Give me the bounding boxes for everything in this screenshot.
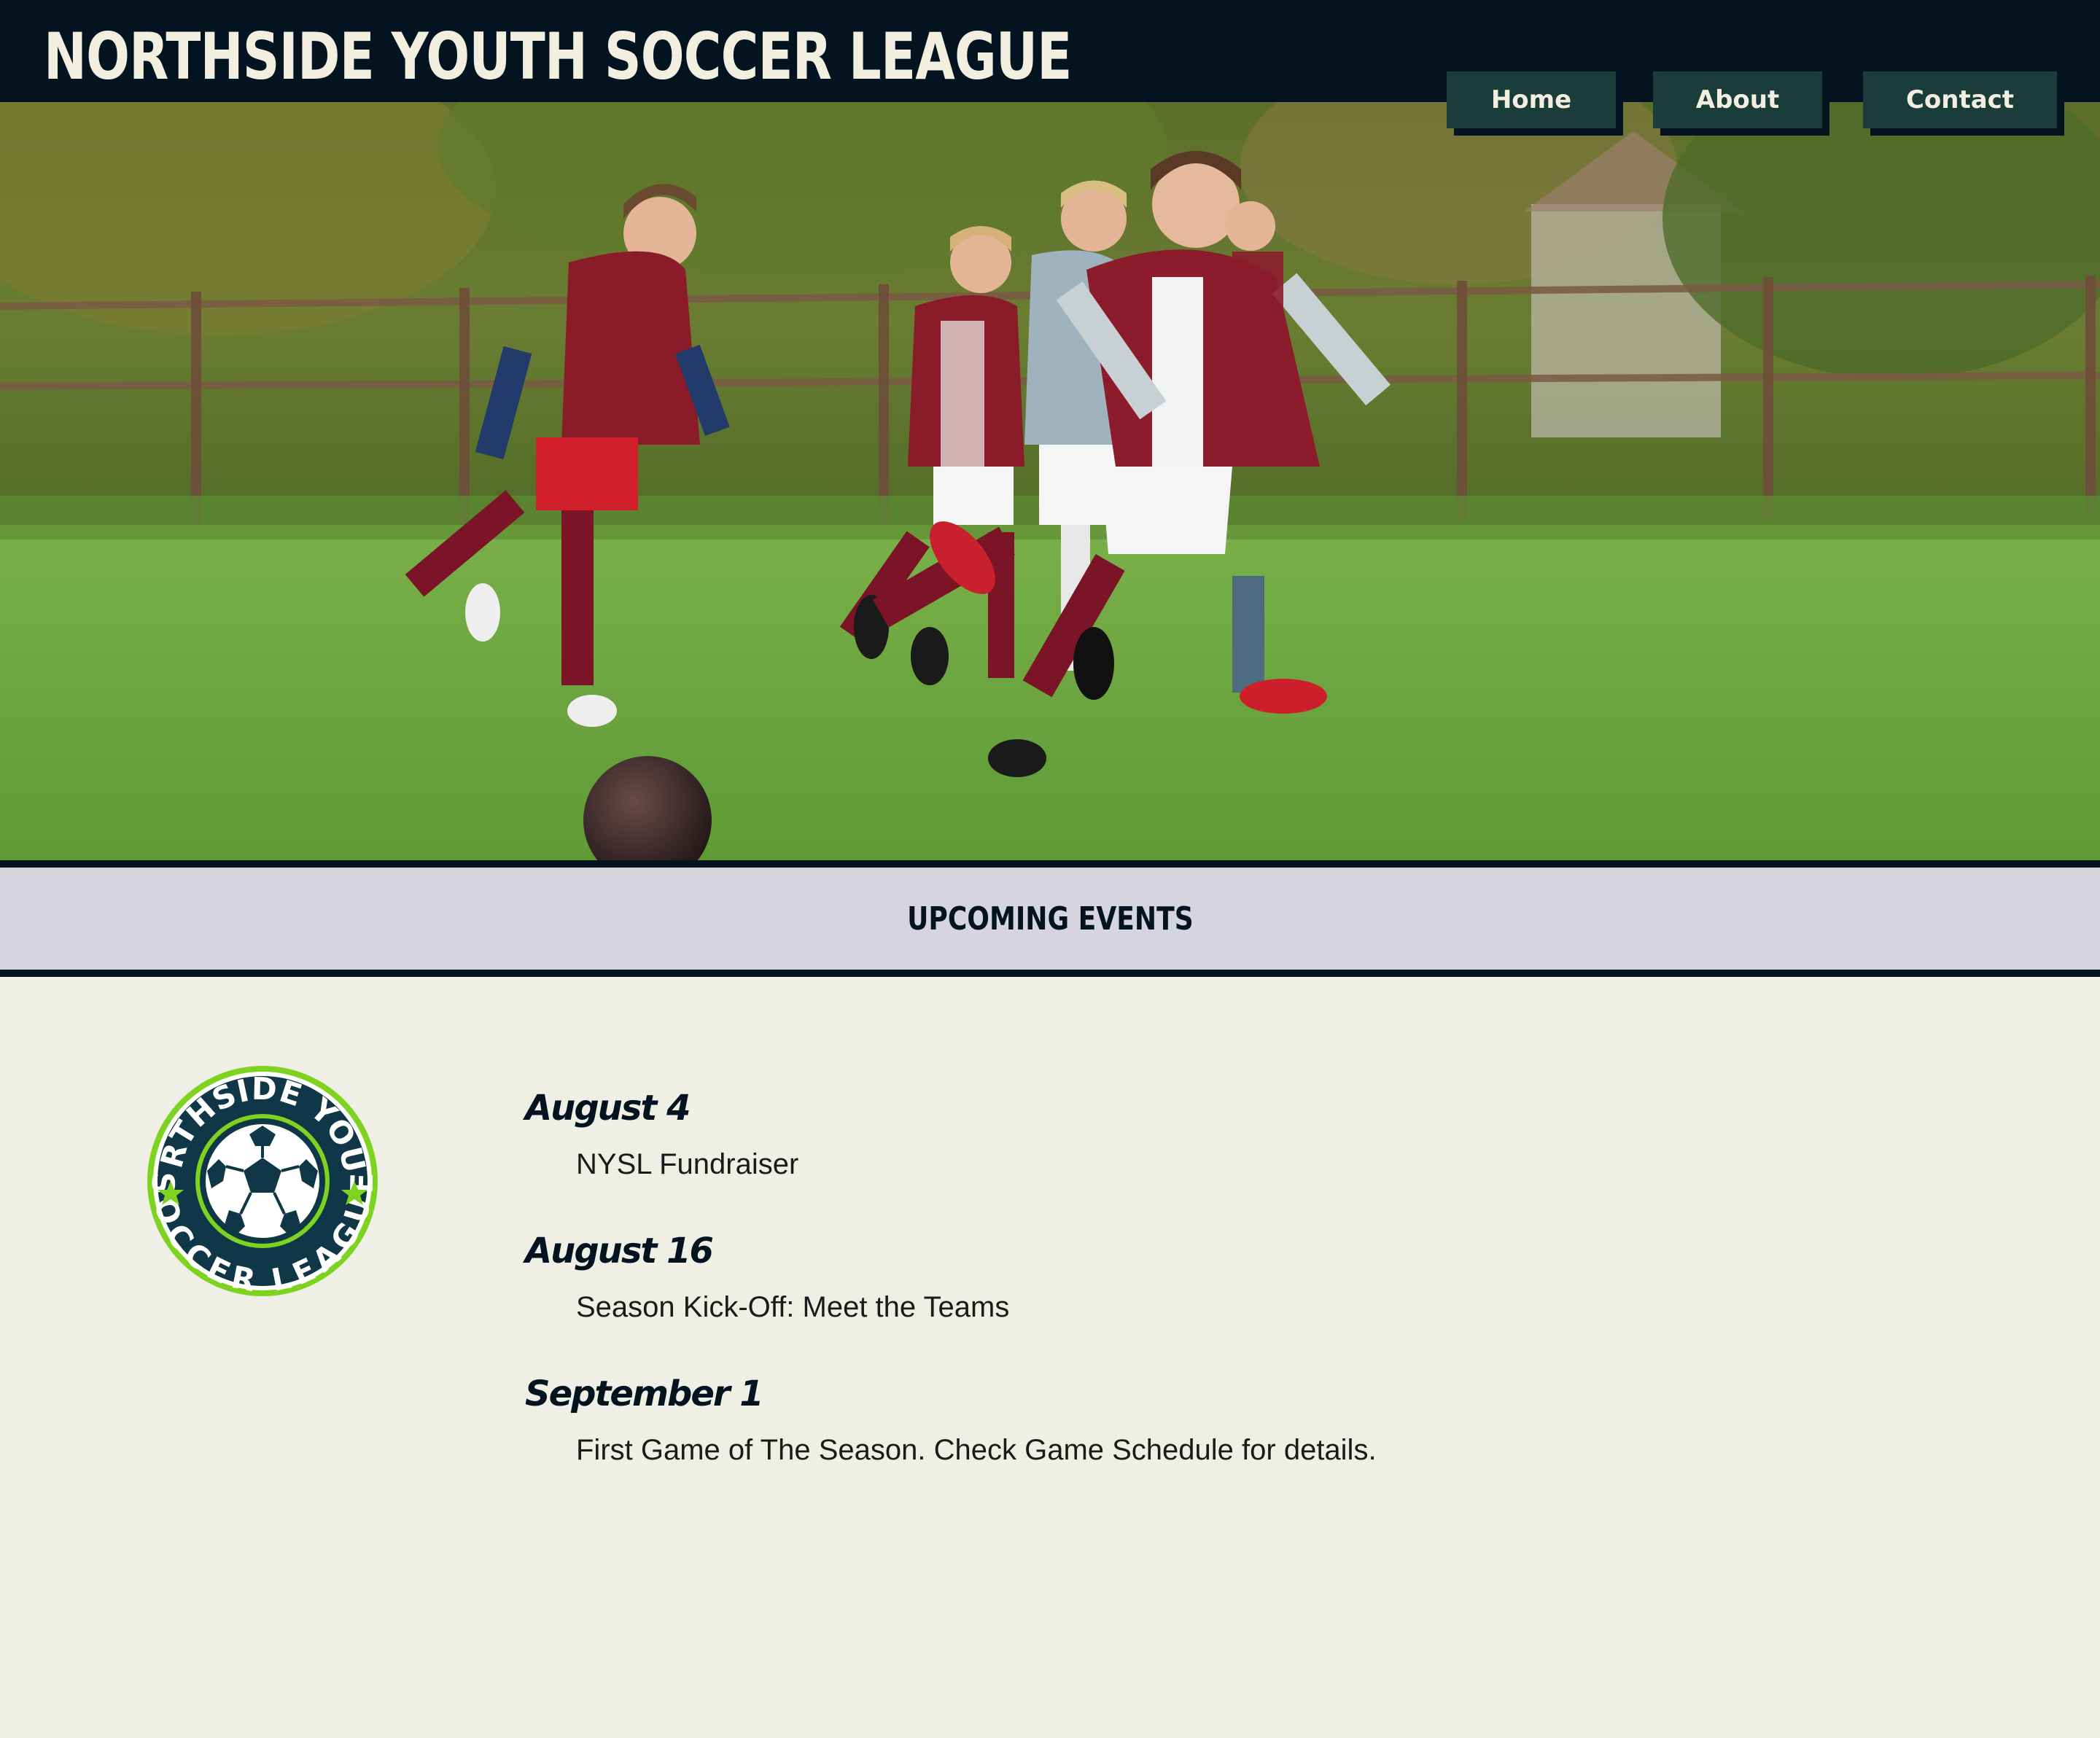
league-logo: NORTHSIDE YOUTH SOCCER LEAGUE	[133, 1036, 380, 1298]
event-date: August 16	[525, 1231, 714, 1271]
event-item: August 4 NYSL Fundraiser	[525, 1079, 1838, 1187]
hero-soccer-illustration	[0, 102, 2100, 860]
event-description: NYSL Fundraiser	[576, 1148, 799, 1180]
nav-home-button[interactable]: Home	[1447, 71, 1616, 128]
soccer-ball-icon	[203, 1121, 322, 1241]
event-item: September 1 First Game of The Season. Ch…	[525, 1365, 1838, 1473]
events-heading: UPCOMING EVENTS	[906, 900, 1194, 938]
event-item: August 16 Season Kick-Off: Meet the Team…	[525, 1222, 1838, 1330]
nav-about-button[interactable]: About	[1653, 71, 1822, 128]
nav-contact-button[interactable]: Contact	[1863, 71, 2057, 128]
event-date: September 1	[525, 1373, 764, 1414]
event-description: First Game of The Season. Check Game Sch…	[576, 1434, 1377, 1466]
event-description: Season Kick-Off: Meet the Teams	[576, 1291, 1010, 1323]
banner-bottom-border	[0, 970, 2100, 977]
hero-bottom-border	[0, 860, 2100, 868]
events-banner: UPCOMING EVENTS	[0, 868, 2100, 970]
events-list: August 4 NYSL Fundraiser August 16 Seaso…	[525, 1079, 1838, 1508]
hero-image	[0, 102, 2100, 860]
event-date: August 4	[525, 1088, 691, 1129]
main-nav: Home About Contact	[0, 71, 2100, 130]
